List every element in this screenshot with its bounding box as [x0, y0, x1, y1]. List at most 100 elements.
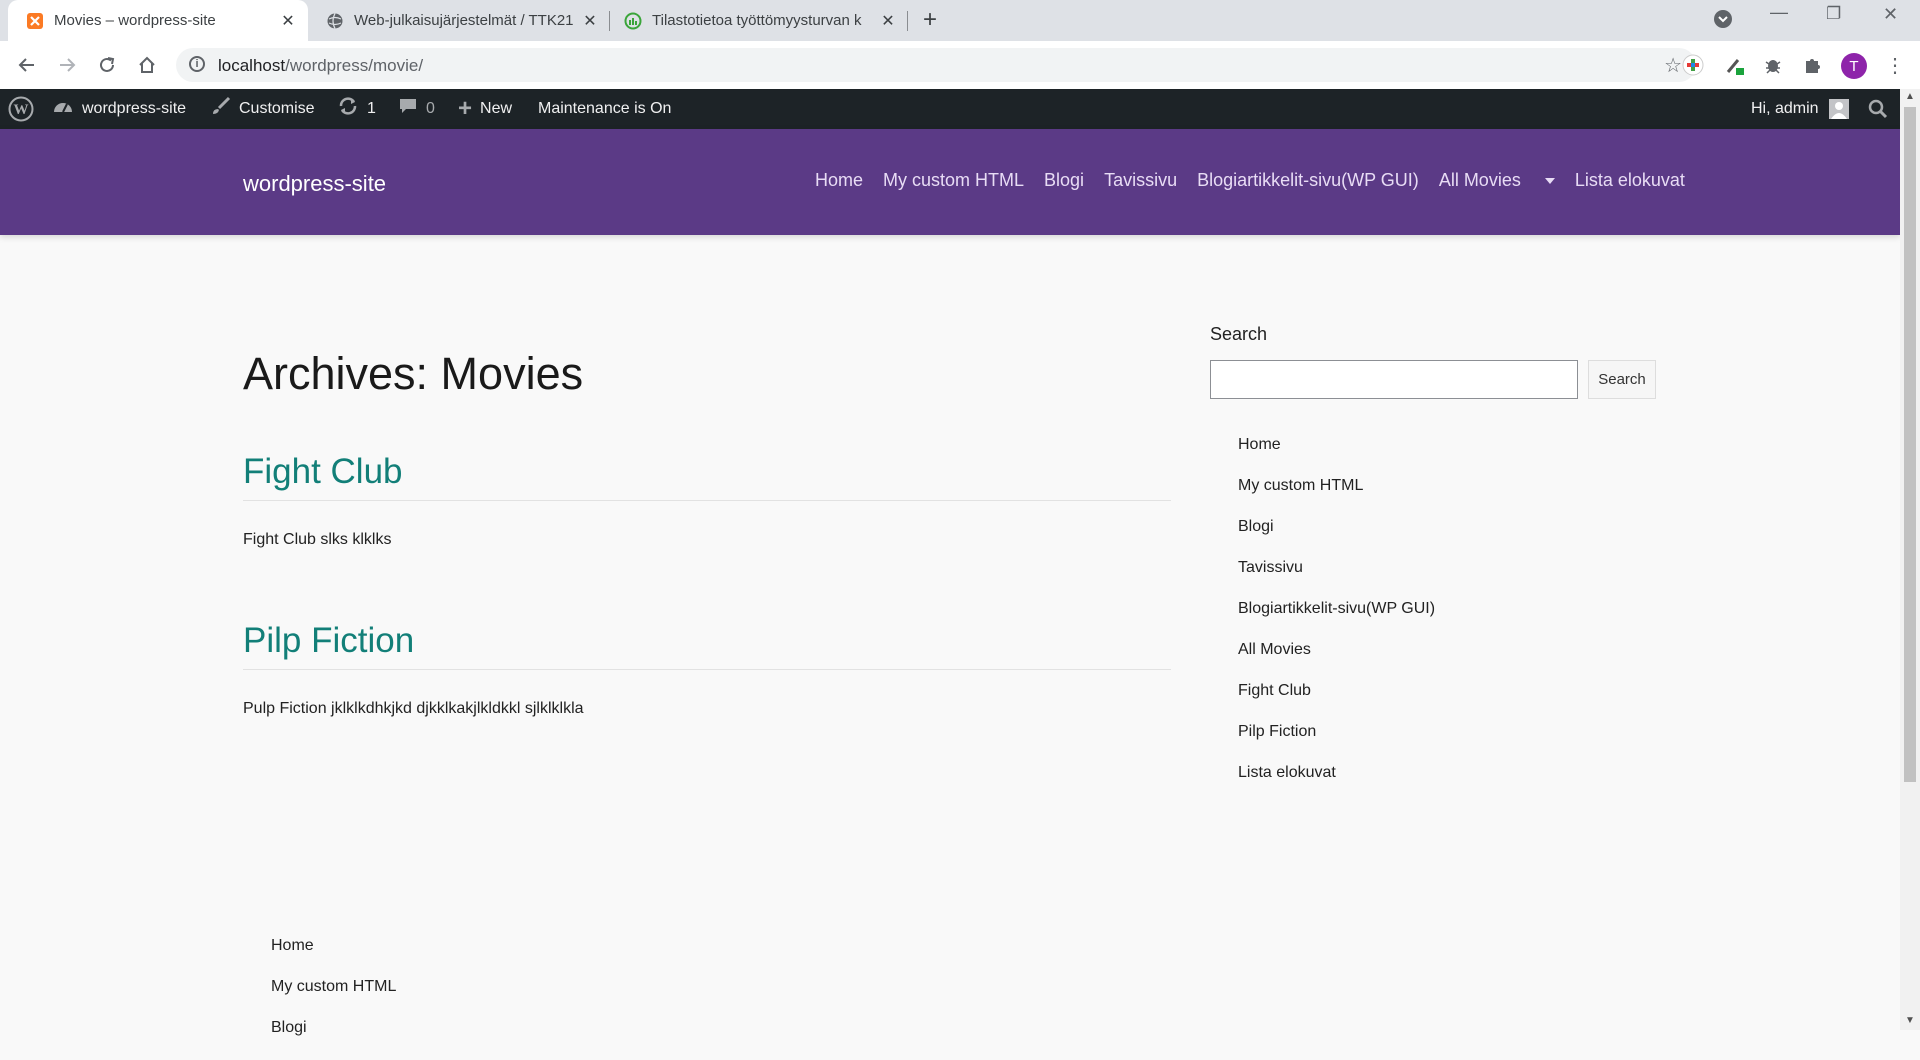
close-window-icon[interactable]: ✕	[1883, 4, 1898, 25]
updates-icon	[337, 96, 359, 122]
scroll-down-icon[interactable]: ▼	[1905, 1015, 1915, 1026]
close-tab-icon[interactable]: ✕	[878, 11, 898, 31]
footer-pages-list: Home My custom HTML Blogi	[271, 937, 396, 1060]
tab-web-julkaisu[interactable]: Web-julkaisujärjestelmät / TTK21 ✕	[318, 0, 608, 41]
tab-title: Tilastotietoa työttömyysturvan k	[652, 12, 862, 29]
sidebar-page-link[interactable]: Blogiartikkelit-sivu(WP GUI)	[1238, 600, 1435, 641]
scrollbar-thumb[interactable]	[1904, 107, 1916, 782]
admin-site-name[interactable]: wordpress-site	[52, 89, 186, 129]
admin-account[interactable]: Hi, admin	[1751, 89, 1849, 129]
menu-item-home[interactable]: Home	[815, 170, 863, 191]
post-excerpt: Fight Club slks klklks	[243, 531, 392, 548]
tab-title: Web-julkaisujärjestelmät / TTK21	[354, 12, 574, 29]
browser-window: Movies – wordpress-site ✕ Web-julkaisujä…	[0, 0, 1920, 1036]
greeting-label: Hi, admin	[1751, 100, 1819, 117]
address-bar[interactable]: i localhost/wordpress/movie/ ☆	[176, 48, 1696, 82]
sidebar-page-link[interactable]: Tavissivu	[1238, 559, 1435, 600]
admin-new[interactable]: + New	[458, 89, 512, 129]
tab-separator	[609, 11, 610, 31]
minimize-icon[interactable]: —	[1770, 2, 1788, 23]
forward-icon[interactable]	[54, 52, 80, 78]
extension-colorful-icon[interactable]	[1681, 53, 1705, 77]
menu-item-blogiartikkelit[interactable]: Blogiartikkelit-sivu(WP GUI)	[1197, 170, 1419, 191]
restore-icon[interactable]: ❐	[1826, 4, 1841, 24]
scroll-up-icon[interactable]: ▲	[1905, 91, 1915, 102]
sidebar-pages-list: Home My custom HTML Blogi Tavissivu Blog…	[1238, 436, 1435, 805]
footer-page-link[interactable]: Blogi	[271, 1019, 396, 1060]
xampp-icon	[27, 12, 43, 29]
url-text[interactable]: localhost/wordpress/movie/	[218, 56, 423, 76]
tab-strip: Movies – wordpress-site ✕ Web-julkaisujä…	[0, 0, 1920, 41]
paintbrush-icon	[211, 96, 231, 122]
page-scrollbar[interactable]: ▲ ▼	[1900, 89, 1920, 1030]
menu-item-all-movies-label: All Movies	[1438, 170, 1521, 190]
sidebar-page-link[interactable]: Pilp Fiction	[1238, 723, 1435, 764]
comments-count: 0	[426, 100, 435, 117]
new-tab-icon[interactable]: +	[923, 6, 937, 34]
browser-toolbar: i localhost/wordpress/movie/ ☆ T ⋮	[0, 41, 1920, 90]
search-widget-title: Search	[1210, 324, 1268, 344]
admin-comments[interactable]: 0	[398, 89, 435, 129]
admin-new-label: New	[480, 100, 513, 117]
extension-bug-icon[interactable]	[1761, 53, 1785, 77]
sidebar-page-link[interactable]: My custom HTML	[1238, 477, 1435, 518]
admin-customise[interactable]: Customise	[211, 89, 315, 129]
back-icon[interactable]	[14, 52, 40, 78]
close-tab-icon[interactable]: ✕	[278, 11, 298, 31]
home-icon[interactable]	[134, 52, 160, 78]
maintenance-label: Maintenance is On	[538, 100, 672, 117]
plus-icon: +	[458, 95, 473, 122]
primary-menu: Home My custom HTML Blogi Tavissivu Blog…	[815, 170, 1705, 191]
archive-title: Archives: Movies	[243, 348, 584, 399]
updates-count: 1	[367, 100, 376, 117]
sidebar-page-link[interactable]: Home	[1238, 436, 1435, 477]
profile-avatar[interactable]: T	[1841, 53, 1867, 79]
wp-admin-bar: W wordpress-site Customise 1 0 + New Mai…	[0, 89, 1900, 129]
site-info-icon[interactable]: i	[189, 56, 205, 72]
sidebar-page-link[interactable]: Fight Club	[1238, 682, 1435, 723]
tab-movies[interactable]: Movies – wordpress-site ✕	[8, 0, 308, 41]
sidebar-page-link[interactable]: Blogi	[1238, 518, 1435, 559]
sidebar-page-link[interactable]: Lista elokuvat	[1238, 764, 1435, 805]
admin-updates[interactable]: 1	[337, 89, 376, 129]
dropdown-caret-icon	[1544, 178, 1555, 185]
comment-icon	[398, 96, 418, 122]
post-title-link[interactable]: Fight Club	[243, 452, 1171, 501]
tab-search-icon[interactable]	[1713, 9, 1733, 34]
post-title-link[interactable]: Pilp Fiction	[243, 621, 1171, 670]
close-tab-icon[interactable]: ✕	[580, 11, 600, 31]
menu-item-lista-elokuvat[interactable]: Lista elokuvat	[1575, 170, 1685, 191]
search-button[interactable]: Search	[1588, 360, 1656, 399]
menu-item-my-custom-html[interactable]: My custom HTML	[883, 170, 1024, 191]
dashboard-icon	[52, 96, 74, 122]
bookmark-star-icon[interactable]: ☆	[1664, 53, 1682, 78]
menu-item-tavissivu[interactable]: Tavissivu	[1104, 170, 1177, 191]
tab-title: Movies – wordpress-site	[54, 12, 216, 29]
site-title[interactable]: wordpress-site	[243, 171, 386, 197]
admin-customise-label: Customise	[239, 100, 315, 117]
post-entry: Fight Club Fight Club slks klklks	[243, 452, 1171, 549]
menu-item-all-movies[interactable]: All Movies	[1439, 170, 1555, 191]
admin-site-name-label: wordpress-site	[82, 100, 187, 117]
extension-pen-icon[interactable]	[1723, 53, 1747, 77]
user-avatar-icon	[1828, 99, 1849, 119]
footer-page-link[interactable]: My custom HTML	[271, 978, 396, 1019]
sidebar-page-link[interactable]: All Movies	[1238, 641, 1435, 682]
svg-text:W: W	[14, 102, 29, 118]
admin-search-icon[interactable]	[1868, 89, 1888, 129]
search-input[interactable]	[1210, 360, 1578, 399]
site-header: wordpress-site Home My custom HTML Blogi…	[0, 129, 1900, 235]
menu-item-blogi[interactable]: Blogi	[1044, 170, 1084, 191]
globe-icon	[327, 12, 343, 29]
reload-icon[interactable]	[94, 52, 120, 78]
url-path: /wordpress/movie/	[285, 56, 424, 75]
extensions-puzzle-icon[interactable]	[1801, 53, 1825, 77]
browser-menu-icon[interactable]: ⋮	[1883, 53, 1907, 77]
maintenance-status[interactable]: Maintenance is On	[538, 89, 671, 129]
tab-separator	[907, 11, 908, 31]
footer-page-link[interactable]: Home	[271, 937, 396, 978]
post-entry: Pilp Fiction Pulp Fiction jklklkdhkjkd d…	[243, 621, 1171, 718]
tab-tilastotietoa[interactable]: Tilastotietoa työttömyysturvan k ✕	[616, 0, 906, 41]
post-excerpt: Pulp Fiction jklklkdhkjkd djkklkakjlkldk…	[243, 700, 584, 717]
wp-logo-icon[interactable]: W	[8, 89, 34, 129]
